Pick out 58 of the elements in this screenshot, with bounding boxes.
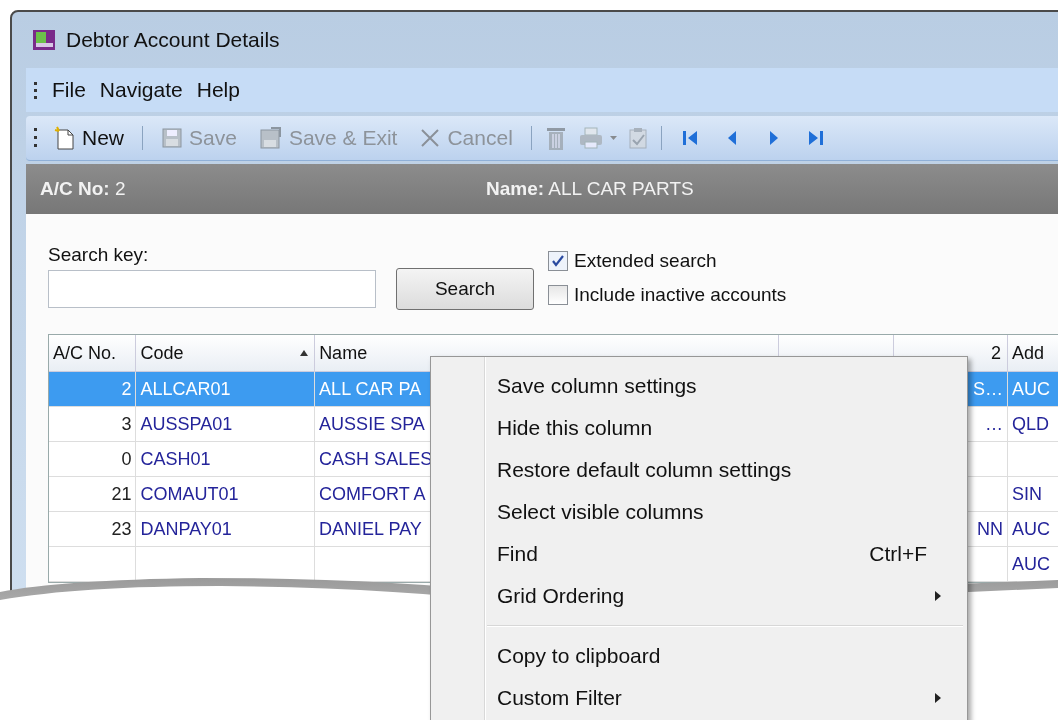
column-header[interactable]: A/C No. — [49, 335, 137, 371]
account-name: Name: ALL CAR PARTS — [486, 178, 694, 200]
submenu-arrow-icon — [935, 693, 941, 703]
table-cell: AUSSIE SPA — [319, 413, 425, 435]
table-cell: … — [985, 413, 1003, 435]
table-cell: AUC — [1012, 378, 1050, 400]
search-key-field[interactable] — [48, 270, 376, 308]
table-cell: 2 — [121, 378, 132, 400]
new-button[interactable]: New — [48, 126, 130, 150]
shortcut-text: Ctrl+F — [869, 542, 927, 566]
table-cell: SIN — [1012, 483, 1042, 505]
menu-item[interactable]: Help — [196, 78, 240, 102]
window-title: Debtor Account Details — [66, 28, 280, 52]
checkbox[interactable] — [548, 251, 568, 271]
menu-item[interactable]: Restore default column settings — [431, 449, 967, 491]
submenu-arrow-icon — [935, 591, 941, 601]
checkbox-option[interactable]: Extended search — [548, 250, 787, 272]
column-header[interactable]: Add — [1007, 335, 1058, 371]
table-cell: QLD — [1012, 413, 1049, 435]
table-cell: 0 — [121, 448, 132, 470]
table-cell: DANIEL PAY — [319, 518, 422, 540]
account-number: A/C No: 2 — [39, 178, 127, 200]
search-button[interactable]: Search — [396, 268, 534, 310]
menu-item[interactable]: Navigate — [99, 78, 183, 102]
table-cell: AUC — [1012, 518, 1050, 540]
menu-item[interactable]: Custom Filter — [431, 677, 967, 719]
sort-ascending-icon — [300, 350, 309, 356]
table-cell: CASH SALES — [319, 448, 433, 470]
table-cell: AUSSPA01 — [140, 413, 233, 435]
cross-icon — [419, 127, 442, 149]
table-cell: ALLCAR01 — [140, 378, 231, 400]
grip-icon — [34, 81, 38, 99]
menu-item[interactable]: Grid Ordering — [431, 575, 967, 617]
checkbox[interactable] — [548, 285, 568, 305]
table-cell: 23 — [111, 518, 132, 540]
caret-icon — [609, 135, 617, 141]
checkbox-option[interactable]: Include inactive accounts — [548, 284, 787, 306]
new-document-icon — [54, 126, 76, 150]
app-icon — [32, 29, 56, 51]
grip-icon — [34, 127, 38, 149]
table-cell: 3 — [121, 413, 132, 435]
table-cell: DANPAY01 — [140, 518, 232, 540]
table-cell: COMAUT01 — [140, 483, 239, 505]
menu-item[interactable]: Copy to clipboard — [431, 635, 967, 677]
table-cell: NN — [977, 518, 1003, 540]
menu-item[interactable]: Hide this column — [431, 407, 967, 449]
menu-item[interactable]: Find Ctrl+F — [431, 533, 967, 575]
table-cell: AUC — [1012, 553, 1050, 575]
table-cell: COMFORT A — [319, 483, 426, 505]
column-header[interactable]: Code — [136, 335, 316, 371]
table-cell: CASH01 — [140, 448, 211, 470]
menu-item[interactable]: Select visible columns — [431, 491, 967, 533]
search-key-label: Search key: — [48, 244, 150, 266]
table-cell: S… — [972, 378, 1003, 400]
printer-icon — [577, 126, 604, 150]
table-cell: ALL CAR PA — [319, 378, 422, 400]
menu-item[interactable]: File — [52, 78, 86, 102]
table-cell: 21 — [111, 483, 132, 505]
